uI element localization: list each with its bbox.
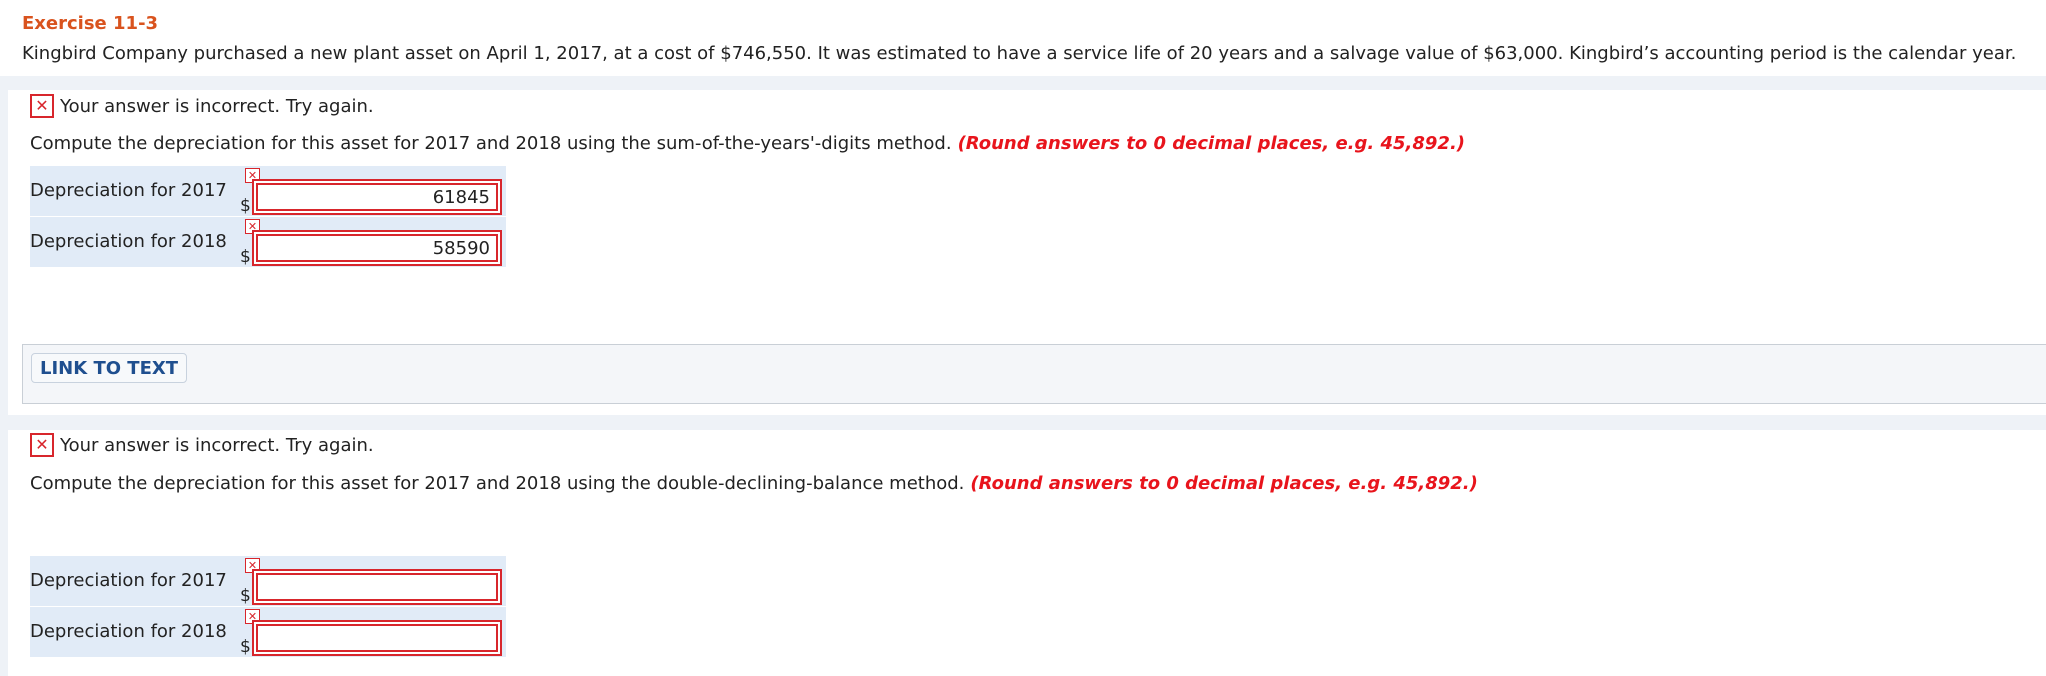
answer-field-frame [252,569,502,605]
feedback-text: Your answer is incorrect. Try again. [60,95,374,117]
depreciation-2018-input[interactable] [256,234,498,262]
question-panel-sum-of-years-digits: ✕ Your answer is incorrect. Try again. C… [8,90,2046,415]
rounding-note: (Round answers to 0 decimal places, e.g.… [970,473,1478,494]
rounding-note: (Round answers to 0 decimal places, e.g.… [957,133,1466,154]
row-label: Depreciation for 2017 [30,570,227,591]
currency-symbol: $ [240,196,251,216]
incorrect-x-icon: ✕ [30,94,54,118]
answer-field-frame [252,179,502,215]
answer-row-2018: Depreciation for 2018 ✕ $ [30,217,506,267]
depreciation-2017-input[interactable] [256,573,498,601]
answer-row-2017: Depreciation for 2017 ✕ $ [30,166,506,216]
currency-symbol: $ [240,637,251,657]
incorrect-x-icon: ✕ [30,433,54,457]
answer-row-2018: Depreciation for 2018 ✕ $ [30,607,506,657]
exercise-header: Exercise 11-3 Kingbird Company purchased… [0,0,2046,76]
feedback-text: Your answer is incorrect. Try again. [60,434,374,456]
answer-row-2017: Depreciation for 2017 ✕ $ [30,556,506,606]
row-label: Depreciation for 2018 [30,621,227,642]
row-label: Depreciation for 2018 [30,231,227,252]
question-instruction: Compute the depreciation for this asset … [30,473,1478,494]
answer-field-frame [252,620,502,656]
question-instruction: Compute the depreciation for this asset … [30,133,1465,154]
problem-statement: Kingbird Company purchased a new plant a… [22,43,2017,64]
feedback-message: ✕ Your answer is incorrect. Try again. [30,433,374,457]
feedback-message: ✕ Your answer is incorrect. Try again. [30,94,374,118]
row-label: Depreciation for 2017 [30,180,227,201]
link-to-text-bar: LINK TO TEXT [22,344,2046,404]
depreciation-2018-input[interactable] [256,624,498,652]
question-panel-double-declining-balance: ✕ Your answer is incorrect. Try again. C… [8,430,2046,676]
exercise-title: Exercise 11-3 [22,13,159,34]
currency-symbol: $ [240,586,251,606]
currency-symbol: $ [240,247,251,267]
instruction-text: Compute the depreciation for this asset … [30,473,965,494]
depreciation-2017-input[interactable] [256,183,498,211]
instruction-text: Compute the depreciation for this asset … [30,133,952,154]
answer-field-frame [252,230,502,266]
link-to-text-button[interactable]: LINK TO TEXT [31,353,188,383]
